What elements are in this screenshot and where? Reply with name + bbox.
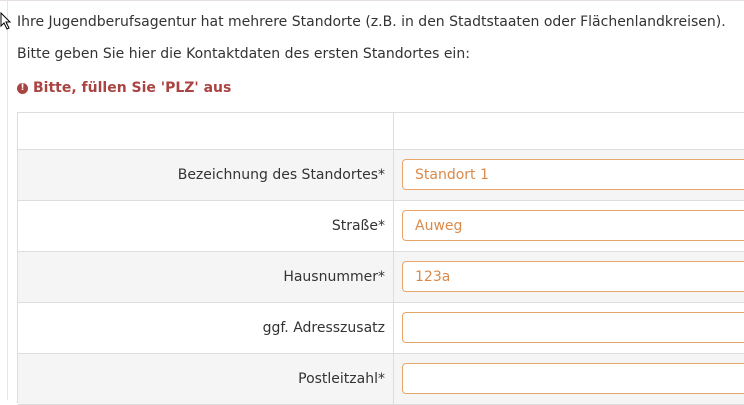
instruction-text: Bitte geben Sie hier die Kontaktdaten de…	[17, 46, 470, 62]
location-form: Bezeichnung des Standortes* Standort 1 S…	[17, 112, 744, 405]
column-divider	[393, 150, 394, 200]
column-divider	[393, 252, 394, 302]
form-header-row	[18, 113, 744, 150]
postal-code-input[interactable]	[402, 363, 744, 394]
field-label-street: Straße*	[331, 218, 385, 234]
error-message: ! Bitte, füllen Sie 'PLZ' aus	[17, 80, 231, 96]
error-text: Bitte, füllen Sie 'PLZ' aus	[33, 80, 232, 96]
field-label-address-suffix: ggf. Adresszusatz	[262, 320, 385, 336]
form-row: Postleitzahl*	[18, 354, 744, 405]
form-row: Straße* Auweg	[18, 201, 744, 252]
exclamation-circle-icon: !	[17, 82, 28, 94]
form-row: Hausnummer* 123a	[18, 252, 744, 303]
mouse-cursor-icon	[0, 12, 12, 30]
intro-text: Ihre Jugendberufsagentur hat mehrere Sta…	[17, 14, 726, 30]
column-divider	[393, 201, 394, 251]
house-number-input[interactable]: 123a	[402, 261, 744, 292]
street-input[interactable]: Auweg	[402, 210, 744, 241]
column-divider	[393, 354, 394, 404]
field-label-postal-code: Postleitzahl*	[298, 371, 385, 387]
location-name-input[interactable]: Standort 1	[402, 159, 744, 190]
top-border	[0, 0, 744, 1]
field-label-location-name: Bezeichnung des Standortes*	[177, 167, 385, 183]
field-label-house-number: Hausnummer*	[283, 269, 385, 285]
form-row: ggf. Adresszusatz	[18, 303, 744, 354]
column-divider	[393, 113, 394, 149]
left-border	[7, 0, 8, 400]
column-divider	[393, 303, 394, 353]
form-row: Bezeichnung des Standortes* Standort 1	[18, 150, 744, 201]
address-suffix-input[interactable]	[402, 312, 744, 343]
